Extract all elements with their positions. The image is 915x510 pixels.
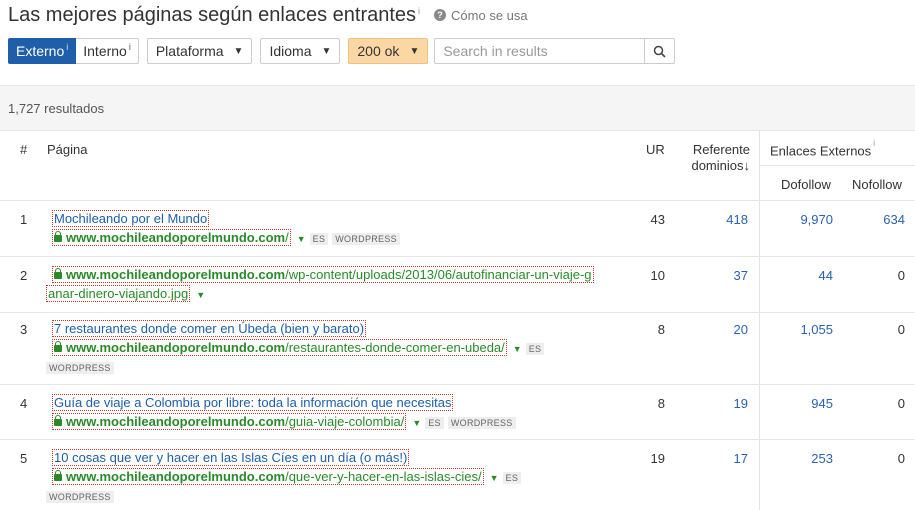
ur-value: 8 — [657, 396, 665, 411]
dofollow-value[interactable]: 1,055 — [770, 322, 833, 337]
info-icon: i — [66, 42, 69, 52]
platform-badge: WORDPRESS — [46, 362, 114, 374]
caret-down-icon: ▼ — [321, 45, 332, 57]
lock-icon — [54, 415, 62, 426]
page-title-link[interactable]: 10 cosas que ver y hacer en las Islas Cí… — [52, 449, 410, 466]
platform-badge: WORDPRESS — [332, 233, 400, 245]
platform-badge: WORDPRESS — [447, 417, 516, 429]
dofollow-value[interactable]: 9,970 — [770, 212, 833, 227]
status-dropdown[interactable]: 200 ok ▼ — [348, 38, 429, 64]
row-index: 4 — [20, 396, 28, 411]
page-title: Las mejores páginas según enlaces entran… — [8, 3, 417, 26]
platform-badge: WORDPRESS — [46, 491, 114, 503]
interno-button[interactable]: Interno i — [76, 38, 139, 64]
ref-domains-value[interactable]: 20 — [690, 322, 748, 337]
lock-icon — [54, 231, 62, 242]
col-external-links: Enlaces Externosi — [770, 138, 876, 159]
caret-down-icon: ▼ — [233, 45, 244, 57]
dofollow-value[interactable]: 44 — [770, 268, 833, 283]
row-index: 3 — [20, 322, 28, 337]
ur-value: 10 — [650, 268, 665, 283]
col-nofollow[interactable]: Nofollow — [852, 177, 902, 192]
info-icon[interactable]: i — [418, 6, 420, 16]
table-row: 2 www.mochileandoporelmundo.com/wp-conte… — [0, 256, 915, 312]
col-ref-domains[interactable]: dominios↓ — [670, 158, 750, 173]
col-dofollow[interactable]: Dofollow — [781, 177, 831, 192]
divider — [760, 165, 915, 166]
caret-down-icon[interactable]: ▼ — [196, 290, 205, 300]
table-row: 5 10 cosas que ver y hacer en las Islas … — [0, 439, 915, 510]
results-count: 1,727 resultados — [8, 101, 105, 116]
ref-domains-value[interactable]: 19 — [690, 396, 748, 411]
filters-bar: Externo i Interno i Plataforma ▼ Idioma ▼ 20… — [8, 38, 676, 64]
dofollow-value[interactable]: 253 — [770, 451, 833, 466]
info-icon: i — [873, 138, 876, 148]
ref-domains-value[interactable]: 17 — [690, 451, 748, 466]
page-url-link[interactable]: www.mochileandoporelmundo.com/wp-content… — [52, 266, 594, 283]
search-icon — [654, 45, 666, 58]
col-index: # — [20, 142, 28, 157]
externo-button[interactable]: Externo i — [8, 38, 77, 64]
ref-domains-value[interactable]: 418 — [690, 212, 748, 227]
search-input[interactable] — [434, 38, 646, 64]
ur-value: 43 — [650, 212, 665, 227]
page-title-link[interactable]: 7 restaurantes donde comer en Úbeda (bie… — [52, 320, 367, 337]
nofollow-value: 0 — [897, 322, 905, 337]
caret-down-icon[interactable]: ▼ — [297, 234, 306, 244]
page-header: Las mejores páginas según enlaces entran… — [8, 2, 528, 28]
caret-down-icon[interactable]: ▼ — [513, 344, 522, 354]
info-icon: i — [128, 42, 131, 52]
ur-value: 8 — [657, 322, 665, 337]
table-row: 1 Mochileando por el Mundo www.mochilean… — [0, 200, 915, 256]
search-button[interactable] — [645, 38, 676, 64]
ref-domains-value[interactable]: 37 — [690, 268, 748, 283]
how-to-use-label: Cómo se usa — [451, 7, 528, 23]
row-index: 2 — [20, 268, 28, 283]
how-to-use-link[interactable]: ? Cómo se usa — [434, 8, 528, 23]
page-title-link[interactable]: Mochileando por el Mundo — [52, 210, 210, 227]
plataforma-dropdown[interactable]: Plataforma ▼ — [146, 38, 253, 64]
nofollow-value: 0 — [897, 396, 905, 411]
row-index: 1 — [20, 212, 28, 227]
page-url-link[interactable]: www.mochileandoporelmundo.com/restaurant… — [52, 339, 507, 356]
lock-icon — [54, 341, 62, 352]
dofollow-value[interactable]: 945 — [770, 396, 833, 411]
page-url-link-cont[interactable]: anar-dinero-viajando.jpg — [46, 285, 191, 302]
lock-icon — [54, 470, 62, 481]
table-row: 4 Guía de viaje a Colombia por libre: to… — [0, 384, 915, 439]
sort-desc-icon: ↓ — [743, 158, 751, 173]
page-url-link[interactable]: www.mochileandoporelmundo.com/guia-viaje… — [52, 413, 407, 430]
nofollow-value: 0 — [897, 451, 905, 466]
col-ur[interactable]: UR — [646, 142, 665, 157]
language-badge: ES — [502, 472, 522, 484]
idioma-dropdown[interactable]: Idioma ▼ — [260, 38, 341, 64]
language-badge: ES — [425, 417, 444, 429]
question-icon: ? — [434, 9, 447, 21]
results-summary: 1,727 resultados — [0, 85, 915, 131]
lock-icon — [54, 268, 62, 279]
caret-down-icon: ▼ — [409, 45, 420, 57]
table-row: 3 7 restaurantes donde comer en Úbeda (b… — [0, 312, 915, 384]
col-ref-line1[interactable]: Referente — [670, 142, 750, 157]
ur-value: 19 — [650, 451, 665, 466]
nofollow-value: 0 — [897, 268, 905, 283]
page-title-link[interactable]: Guía de viaje a Colombia por libre: toda… — [52, 394, 454, 411]
nofollow-value[interactable]: 634 — [850, 212, 905, 227]
row-index: 5 — [20, 451, 28, 466]
language-badge: ES — [525, 343, 545, 355]
col-page[interactable]: Página — [47, 142, 87, 157]
link-type-toggle: Externo i Interno i — [8, 38, 139, 64]
language-badge: ES — [309, 233, 329, 245]
page-url-link[interactable]: www.mochileandoporelmundo.com/que-ver-y-… — [52, 468, 484, 485]
caret-down-icon[interactable]: ▼ — [412, 418, 421, 428]
page-url-link[interactable]: www.mochileandoporelmundo.com/ — [52, 229, 291, 246]
caret-down-icon[interactable]: ▼ — [490, 473, 499, 483]
